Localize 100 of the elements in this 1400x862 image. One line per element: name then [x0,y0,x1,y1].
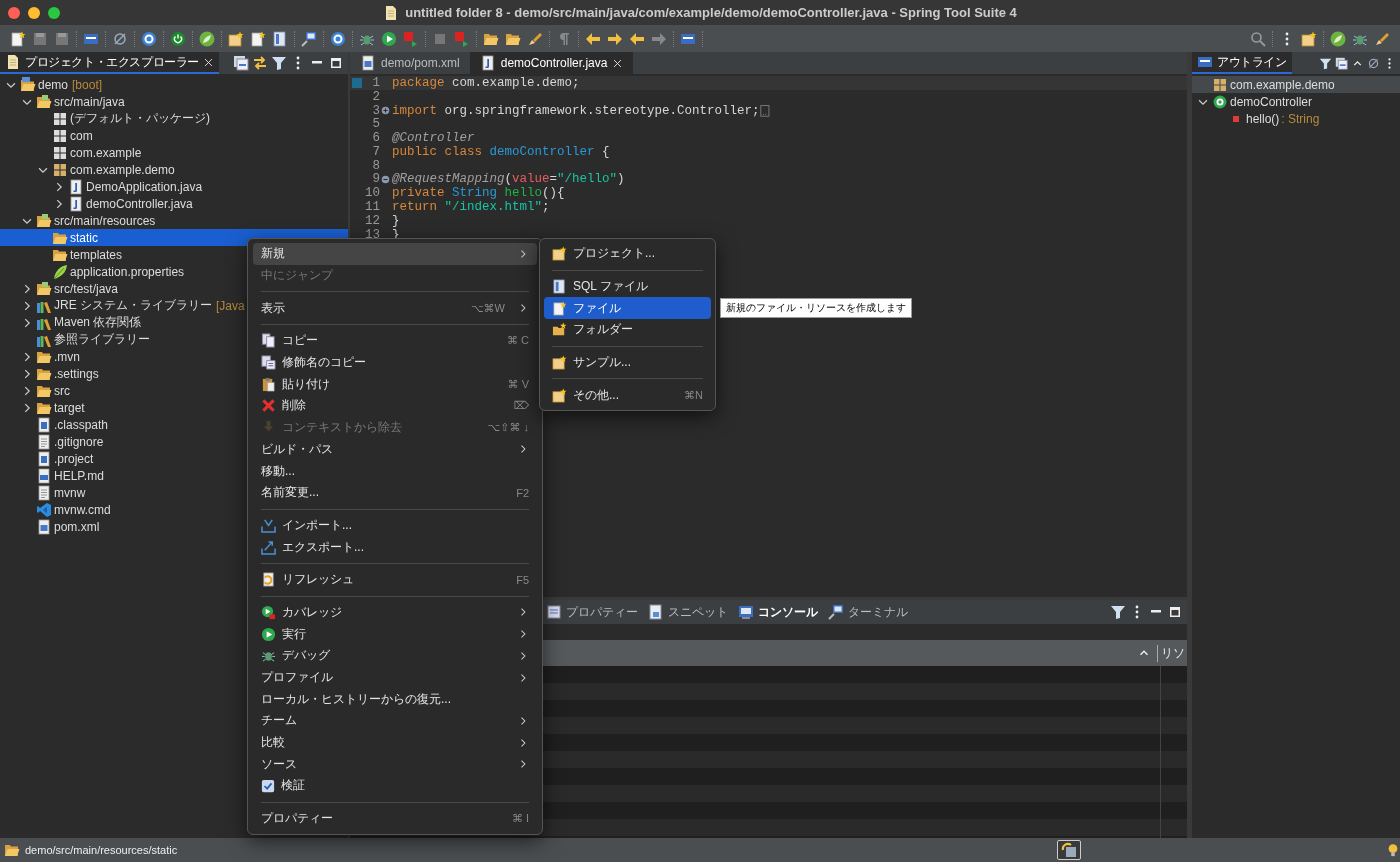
close-icon[interactable] [203,56,214,68]
stop-icon[interactable] [403,30,419,47]
close-icon[interactable] [612,57,624,69]
expand-icon[interactable] [380,105,391,116]
menu-item[interactable]: その他... ⌘N [544,384,711,407]
panel-tab[interactable]: スニペット [648,603,728,621]
code-line: import org.springframework.stereotype.Controller; [392,103,760,118]
menu-item[interactable]: 新規 [253,243,537,265]
leaf-icon [52,263,68,280]
menu-item[interactable]: エクスポート... [253,536,537,558]
filter-icon[interactable] [1110,604,1126,620]
menu-item[interactable]: ファイル [544,297,711,320]
stop-icon[interactable] [454,30,470,47]
menu-item[interactable]: プロファイル [253,666,537,689]
package-icon [52,144,68,161]
close-button[interactable] [8,6,20,19]
gear-icon[interactable] [330,30,346,47]
column-header[interactable]: リソ [1157,644,1187,662]
source-folder-icon [36,212,52,229]
panel-tab[interactable]: プロパティー [546,603,638,621]
maximize-icon[interactable] [1167,604,1183,620]
bookmark-icon [351,77,362,88]
collapse-icon[interactable] [380,173,391,185]
new-file-icon[interactable] [250,30,266,47]
menu-item[interactable]: リフレッシュ F5 [253,568,537,591]
menu-item[interactable]: SQL ファイル [544,275,711,298]
leaf-icon[interactable] [1330,30,1346,47]
menu-item[interactable]: ビルド・パス [253,438,537,461]
filter-icon[interactable] [1319,56,1332,70]
editor-tab[interactable]: demo/pom.xml [350,52,470,74]
zoom-button[interactable] [48,6,60,19]
terminal-icon[interactable] [301,30,317,47]
gear-icon[interactable] [141,30,157,47]
save-icon[interactable] [54,30,70,47]
panel-tab[interactable]: アウトライン [1192,52,1292,74]
menu-item[interactable]: 比較 [253,731,537,754]
menu-item[interactable]: 移動... [253,460,537,482]
line-number: 10 [364,186,380,201]
search-icon[interactable] [1250,30,1266,47]
console-icon [738,604,754,620]
menu-item[interactable]: カバレッジ [253,601,537,624]
menu-item[interactable]: 削除 ⌦ [253,395,537,417]
menu-item[interactable]: コピー ⌘ C [253,330,537,352]
tree-item[interactable]: (デフォルト・パッケージ) [0,110,348,127]
tree-item[interactable]: com.example.demo [0,161,348,178]
link-icon[interactable] [252,55,268,71]
tree-item[interactable]: com.example [0,144,348,161]
tree-item[interactable]: demo [boot] [0,76,348,93]
panel-tab[interactable]: コンソール [738,603,818,621]
tree-item[interactable]: src/main/resources [0,212,348,229]
tree-item[interactable]: DemoApplication.java [0,178,348,195]
properties-icon [546,604,562,620]
menu-item[interactable]: デバッグ [253,645,537,667]
menu-item[interactable]: 実行 [253,623,537,645]
filter-icon[interactable] [271,55,287,71]
java-file-icon [68,195,84,212]
status-button[interactable] [1057,840,1081,860]
leaf-icon[interactable] [199,30,215,47]
save-icon[interactable] [32,30,48,47]
menu-item[interactable]: プロパティー ⌘ I [253,807,537,830]
menu-item[interactable]: 貼り付け ⌘ V [253,373,537,396]
tree-item[interactable]: demoController [1192,93,1400,110]
power-icon[interactable] [170,30,186,47]
source-folder-icon [36,280,52,297]
code-line: package com.example.demo; [392,75,580,90]
menu-item[interactable]: プロジェクト... [544,243,711,265]
minimize-button[interactable] [28,6,40,19]
project-folder-icon [20,76,36,93]
maximize-icon[interactable] [328,55,344,71]
menu-item[interactable]: 検証 [253,775,537,797]
new-file-icon[interactable] [10,30,26,47]
brush-icon[interactable] [1374,30,1390,47]
forward-arrow-icon[interactable] [607,30,623,47]
menu-item[interactable]: ローカル・ヒストリーからの復元... [253,688,537,711]
tree-item[interactable]: com.example.demo [1192,76,1400,93]
menu-item[interactable]: チーム [253,710,537,732]
tree-item[interactable]: src/main/java [0,93,348,110]
menu-item[interactable]: サンプル... [544,351,711,374]
run-icon[interactable] [381,30,397,47]
menu-item[interactable]: ソース [253,753,537,776]
tree-item[interactable]: demoController.java [0,195,348,212]
new-item-icon[interactable] [1301,30,1317,47]
menu-item[interactable]: 修飾名のコピー [253,351,537,374]
folded-code-icon[interactable] [759,104,773,117]
snippet-icon [648,604,664,620]
editor-tab[interactable]: demoController.java [469,52,634,74]
panel-tab[interactable]: プロジェクト・エクスプローラー [0,52,219,74]
new-item-icon[interactable] [228,30,244,47]
panel-tab[interactable]: ターミナル [828,603,908,621]
tree-item[interactable]: com [0,127,348,144]
code-line: } [392,213,400,228]
collapse-all-icon[interactable] [1335,56,1348,70]
menu-item[interactable]: フォルダー [544,319,711,341]
status-path: demo/src/main/resources/static [25,844,178,856]
brush-icon[interactable] [527,30,543,47]
collapse-all-icon[interactable] [233,55,249,71]
sql-file-icon[interactable] [272,30,288,47]
bulb-icon [1386,843,1400,857]
tree-item[interactable]: hello() : String [1192,110,1400,127]
menu-item[interactable]: 名前変更... F2 [253,481,537,504]
